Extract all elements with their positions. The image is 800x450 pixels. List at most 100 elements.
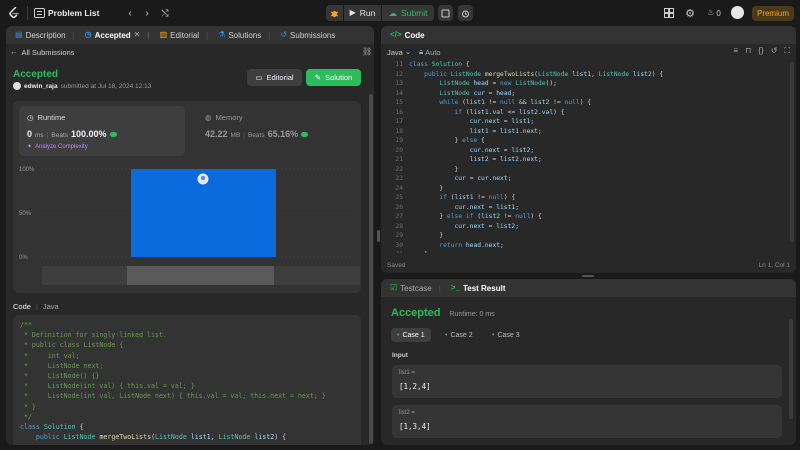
test-panel-scrollbar[interactable]	[789, 319, 793, 419]
case-tab-1[interactable]: • Case 1	[391, 328, 431, 342]
code-text: }	[409, 250, 428, 253]
tab-solutions[interactable]: ⚗ Solutions |	[213, 26, 275, 44]
fullscreen-icon[interactable]: ⛶	[784, 46, 790, 56]
tab-test-result[interactable]: >_ Test Result	[446, 279, 511, 297]
tab-accepted[interactable]: ◷ Accepted ✕ |	[80, 26, 155, 44]
notes-icon[interactable]	[438, 5, 453, 21]
list-icon[interactable]	[33, 5, 45, 21]
submission-meta: edwin_raja submitted at Jul 18, 2024 12:…	[13, 82, 151, 90]
analyze-label: Analyze Complexity	[35, 144, 88, 150]
case-tab-3[interactable]: • Case 3	[486, 328, 526, 342]
code-text: list2 = list2.next;	[469, 156, 542, 163]
chevron-right-icon[interactable]: ›	[141, 5, 153, 21]
line-number: 13	[395, 80, 403, 87]
code-text: } else if (list2 != null) {	[409, 213, 542, 220]
language-select[interactable]: Java ⌄	[387, 48, 411, 57]
tab-submissions[interactable]: ↺ Submissions	[275, 26, 340, 44]
runtime-card[interactable]: ◷ Runtime 0 ms | Beats 100.00% ✦ Analyze C…	[19, 106, 185, 156]
code-text: }	[409, 232, 444, 239]
code-text: while (list1 != null && list2 != null) {	[439, 99, 592, 106]
bookmark-icon[interactable]: ⊓	[745, 46, 751, 56]
solution-button[interactable]: ✎ Solution	[306, 69, 361, 86]
submit-button[interactable]: ☁ Submit	[382, 5, 434, 21]
streak-counter[interactable]: ♨ 0	[703, 5, 725, 21]
input-list1[interactable]: list1 = [1,2,4]	[392, 365, 782, 398]
memory-unit: MB	[230, 132, 241, 139]
code-text: ListNode head = new ListNode();	[439, 80, 557, 87]
editor-tab-bar: </> Code	[381, 26, 796, 44]
cloud-upload-icon: ☁	[388, 7, 398, 18]
premium-button[interactable]: Premium	[752, 6, 794, 21]
submitted-code-line: /**	[20, 321, 32, 329]
code-text: ListNode cur = head;	[439, 89, 516, 97]
memory-beats-label: Beats	[247, 132, 265, 139]
line-number: 19	[395, 137, 403, 144]
input-list2[interactable]: list2 = [1,3,4]	[392, 405, 782, 438]
line-number: 18	[395, 127, 403, 135]
shuffle-icon[interactable]: ⤭	[158, 5, 172, 21]
analyze-complexity-link[interactable]: ✦ Analyze Complexity	[27, 144, 88, 150]
alarm-clock-icon[interactable]	[458, 5, 473, 21]
input-name: list2 =	[399, 410, 415, 416]
submitted-code-line: * int val;	[20, 351, 80, 360]
problem-list-link[interactable]: Problem List	[48, 5, 100, 21]
case-tab-2[interactable]: • Case 2	[439, 328, 479, 342]
line-number: 14	[395, 89, 403, 97]
reset-icon[interactable]: ↺	[771, 46, 778, 56]
code-text: }	[409, 184, 444, 192]
tab-testcase[interactable]: ☑ Testcase |	[385, 279, 446, 297]
tab-editorial[interactable]: ▥ Editorial |	[155, 26, 214, 44]
avatar-figure-icon	[201, 176, 205, 180]
submitted-code-line: * }	[20, 402, 36, 411]
top-bar: Problem List ‹ › ⤭ ▶ Run ☁ Submit ⚙ ♨ 0 …	[0, 0, 800, 26]
avatar[interactable]	[731, 6, 744, 19]
left-panel-scrollbar[interactable]	[369, 94, 373, 444]
memory-title: ◍ Memory	[205, 113, 243, 122]
memory-values: 42.22 MB | Beats 65.16%	[205, 129, 309, 139]
code-text: cur.next = list2;	[469, 146, 535, 154]
saved-status: Saved	[387, 262, 406, 269]
editor-body[interactable]: 11 class Solution {12 public ListNode mer…	[381, 60, 796, 253]
test-result-label: Test Result	[462, 283, 506, 293]
leetcode-logo-icon[interactable]	[6, 5, 22, 21]
link-icon[interactable]: ⛓	[362, 47, 372, 56]
tab-description[interactable]: ▤ Description |	[10, 26, 80, 44]
editor-actions: ≡ ⊓ {} ↺ ⛶	[733, 46, 790, 56]
panel-resize-handle[interactable]	[377, 230, 380, 242]
chevron-down-icon: ⌄	[404, 47, 412, 57]
line-number: 22	[395, 165, 403, 173]
memory-beats-value: 65.16%	[267, 129, 299, 139]
left-panel: ▤ Description | ◷ Accepted ✕ | ▥ Editorial | ⚗ S…	[6, 26, 374, 445]
back-to-submissions[interactable]: ← All Submissions	[10, 47, 74, 57]
layout-grid-icon[interactable]	[662, 5, 676, 21]
tab-label: Solutions	[228, 30, 262, 40]
history-icon: ↺	[280, 30, 288, 39]
tab-label: Submissions	[290, 30, 336, 40]
submitted-code-line: * ListNode(int val) { this.val = val; }	[20, 382, 195, 391]
submitted-code-line: class Solution {	[20, 423, 84, 431]
memory-badge-icon	[301, 132, 309, 137]
settings-gear-icon[interactable]: ⚙	[683, 5, 697, 21]
username[interactable]: edwin_raja	[24, 83, 58, 90]
chevron-left-icon[interactable]: ‹	[124, 5, 136, 21]
result-header: Accepted Runtime: 0 ms	[391, 307, 495, 319]
result-status: Accepted	[391, 307, 441, 319]
debug-icon[interactable]	[326, 5, 343, 21]
code-text: } else {	[409, 137, 485, 144]
user-avatar[interactable]	[13, 82, 21, 90]
clock-icon: ◷	[84, 30, 92, 39]
editorial-button[interactable]: ▭ Editorial	[247, 69, 302, 86]
editor-scrollbar[interactable]	[790, 62, 794, 242]
memory-card[interactable]: ◍ Memory 42.22 MB | Beats 65.16%	[199, 106, 355, 156]
clock-icon: ◷	[27, 112, 34, 122]
tab-code[interactable]: </> Code	[385, 26, 430, 44]
run-button[interactable]: ▶ Run	[344, 5, 381, 21]
submitted-code-block[interactable]: /** * Definition for singly-linked list.…	[13, 315, 361, 445]
notes-icon[interactable]: ≡	[733, 46, 738, 56]
arrow-left-icon: ←	[10, 47, 18, 57]
horizontal-resize-handle[interactable]	[582, 275, 594, 277]
auto-mode[interactable]: 🔒︎ Auto	[419, 48, 440, 57]
submitted-code-line: * public class ListNode {	[20, 341, 124, 350]
close-icon[interactable]: ✕	[134, 31, 141, 39]
braces-icon[interactable]: {}	[758, 46, 763, 56]
